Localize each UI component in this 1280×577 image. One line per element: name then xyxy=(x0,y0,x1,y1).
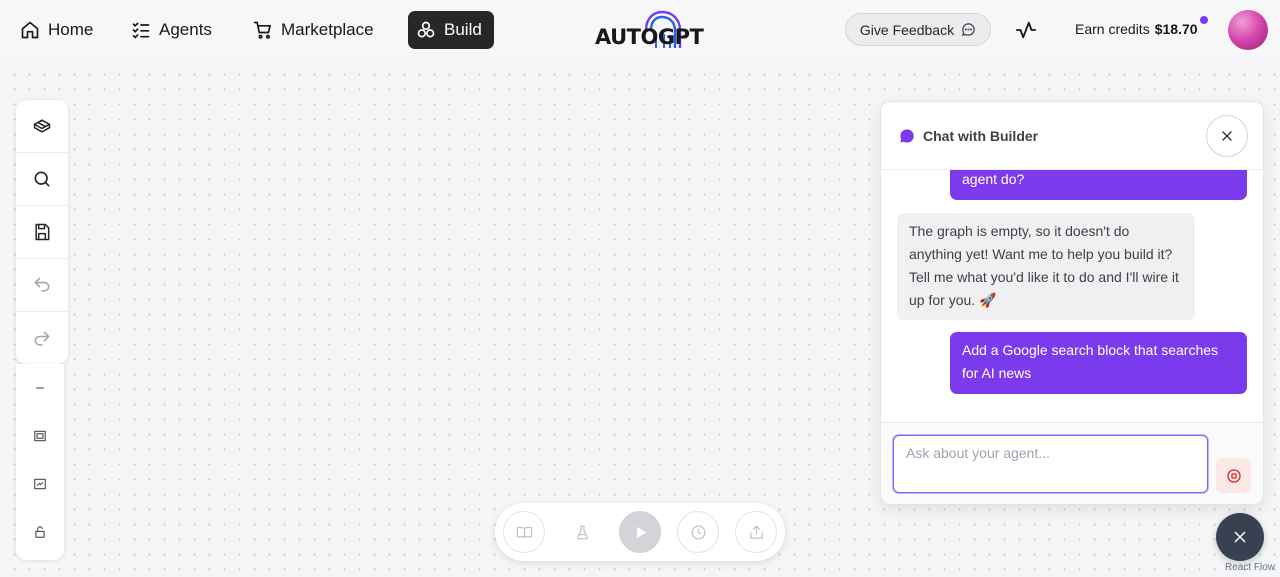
chat-bubble-icon xyxy=(962,23,975,37)
guide-button[interactable] xyxy=(503,511,545,553)
close-icon xyxy=(1222,131,1232,141)
test-button[interactable] xyxy=(561,511,603,553)
close-chat-button[interactable] xyxy=(1206,115,1248,157)
give-feedback-label: Give Feedback xyxy=(859,21,955,38)
nav-build[interactable]: Build xyxy=(408,11,494,49)
shopping-cart-icon xyxy=(253,21,271,39)
guide-icon xyxy=(516,526,532,538)
lock-button[interactable] xyxy=(16,508,64,556)
stop-icon xyxy=(1226,468,1241,483)
chat-message-user: agent do? xyxy=(950,170,1247,200)
top-navigation-bar: Home Agents Marketplace Build AUTOGPT Gi… xyxy=(0,0,1280,60)
nav-home[interactable]: Home xyxy=(10,11,103,49)
chat-message-assistant: The graph is empty, so it doesn't do any… xyxy=(897,213,1195,320)
chat-message-user: Add a Google search block that searches … xyxy=(950,332,1247,394)
blocks-button[interactable] xyxy=(16,100,68,153)
zoom-out-button[interactable] xyxy=(16,364,64,412)
undo-button[interactable] xyxy=(16,259,68,312)
nav-agents-label: Agents xyxy=(159,20,212,39)
schedule-icon xyxy=(690,524,706,540)
frame-icon xyxy=(34,478,46,490)
fit-view-icon xyxy=(34,430,46,442)
home-icon xyxy=(21,21,39,39)
redo-button[interactable] xyxy=(16,312,68,365)
chat-header: Chat with Builder xyxy=(881,102,1263,170)
zoom-out-icon xyxy=(35,387,45,389)
share-icon xyxy=(749,524,763,539)
earn-credits-label: Earn credits xyxy=(1075,21,1150,37)
share-button[interactable] xyxy=(735,511,777,553)
undo-icon xyxy=(34,277,50,292)
build-blocks-icon xyxy=(417,21,435,38)
chat-input[interactable] xyxy=(893,435,1208,493)
earn-credits[interactable]: Earn credits $18.70 xyxy=(1075,21,1198,37)
frame-button[interactable] xyxy=(16,460,64,508)
builder-toolbar xyxy=(16,100,68,364)
nav-home-label: Home xyxy=(48,20,94,39)
toggle-chat-button[interactable] xyxy=(1216,513,1264,561)
chat-bubble-icon xyxy=(900,129,914,143)
notification-dot xyxy=(1200,16,1208,24)
close-icon xyxy=(1234,531,1246,543)
run-controls-bar xyxy=(495,503,785,561)
chat-footer xyxy=(881,422,1263,504)
run-agent-button[interactable] xyxy=(619,511,661,553)
test-flask-icon xyxy=(576,524,588,540)
redo-icon xyxy=(34,331,50,346)
flow-controls xyxy=(16,364,64,560)
nav-agents[interactable]: Agents xyxy=(121,11,222,49)
search-button[interactable] xyxy=(16,153,68,206)
activity-icon[interactable] xyxy=(1015,19,1037,41)
react-flow-attribution[interactable]: React Flow xyxy=(1225,562,1275,573)
search-icon xyxy=(34,171,50,187)
nav-marketplace-label: Marketplace xyxy=(281,20,374,39)
give-feedback-button[interactable]: Give Feedback xyxy=(845,13,991,46)
schedule-button[interactable] xyxy=(677,511,719,553)
credits-amount: $18.70 xyxy=(1154,21,1198,37)
save-icon xyxy=(35,223,50,241)
nav-marketplace[interactable]: Marketplace xyxy=(243,11,384,49)
nav-build-label: Build xyxy=(444,20,482,39)
chat-title: Chat with Builder xyxy=(923,128,1039,144)
agents-list-icon xyxy=(132,22,150,39)
chat-with-builder-panel: Chat with Builder agent do? The graph is… xyxy=(880,101,1264,505)
user-avatar[interactable] xyxy=(1228,10,1268,50)
blocks-icon xyxy=(33,119,51,133)
autogpt-logo[interactable]: AUTOGPT xyxy=(594,8,704,52)
lock-icon xyxy=(35,526,45,538)
save-button[interactable] xyxy=(16,206,68,259)
play-icon xyxy=(636,526,646,538)
stop-button[interactable] xyxy=(1216,458,1251,493)
logo-text: AUTOGPT xyxy=(595,25,704,49)
chat-messages: agent do? The graph is empty, so it does… xyxy=(881,170,1263,422)
fit-view-button[interactable] xyxy=(16,412,64,460)
